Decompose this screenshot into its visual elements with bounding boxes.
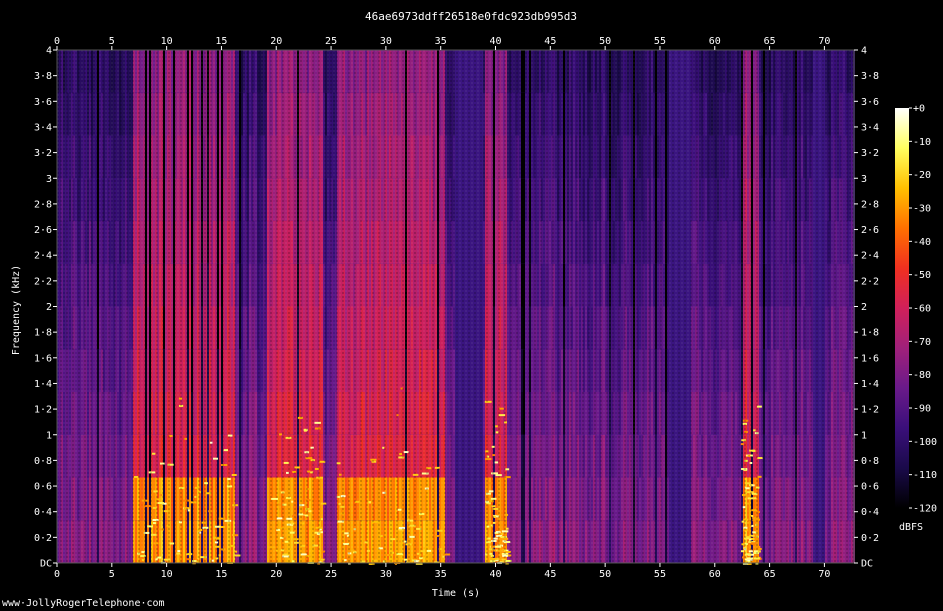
x-tick-bottom-label: 20: [270, 569, 282, 580]
colorbar-tick-label: -70: [913, 337, 931, 348]
y-tick-left-label: 3·4: [34, 122, 52, 133]
chart-title: 46ae6973ddff26518e0fdc923db995d3: [365, 10, 577, 23]
y-tick-right-label: 3·2: [861, 148, 879, 159]
x-axis-label: Time (s): [432, 588, 480, 599]
y-axis-right: DC 0·2 0·4 0·6 0·8 1 1·2 1·4 1·6 1·8 2 2·2 2·4 2·6 2·8…: [854, 46, 879, 570]
y-tick-right-label: 0·8: [861, 456, 879, 467]
x-tick-top-label: 60: [709, 36, 721, 47]
colorbar-tick-label: -110: [913, 470, 937, 481]
y-tick-left-label: 1: [46, 430, 52, 441]
y-axis-label: Frequency (kHz): [11, 265, 22, 355]
y-tick-right-label: 2: [861, 302, 867, 313]
colorbar-tick-label: -80: [913, 370, 931, 381]
colorbar-tick-label: -10: [913, 137, 931, 148]
x-tick-top-label: 20: [270, 36, 282, 47]
y-tick-right-label: 3: [861, 174, 867, 185]
x-tick-bottom-label: 50: [599, 569, 611, 580]
y-tick-right-label: 3·8: [861, 71, 879, 82]
y-tick-left-label: DC: [40, 559, 52, 570]
y-tick-left-label: 2·4: [34, 251, 52, 262]
x-tick-top-label: 40: [489, 36, 501, 47]
y-tick-left-label: 2·2: [34, 276, 52, 287]
y-tick-right-label: 1·6: [861, 353, 879, 364]
y-tick-right-label: 4: [861, 46, 867, 57]
x-tick-top-label: 30: [380, 36, 392, 47]
colorbar-scale: [895, 108, 909, 508]
y-tick-left-label: 0·4: [34, 507, 52, 518]
x-tick-bottom-label: 25: [325, 569, 337, 580]
y-tick-left-label: 2·6: [34, 225, 52, 236]
plot-area: [56, 49, 855, 565]
x-tick-bottom-label: 35: [435, 569, 447, 580]
watermark-text: www·JollyRogerTelephone·com: [2, 598, 165, 609]
x-tick-top-label: 0: [54, 36, 60, 47]
y-tick-right-label: 0·2: [861, 533, 879, 544]
x-tick-top-label: 45: [544, 36, 556, 47]
colorbar-tick-label: -20: [913, 170, 931, 181]
y-tick-right-label: 2·8: [861, 199, 879, 210]
y-tick-right-label: 1·2: [861, 405, 879, 416]
y-tick-right-label: 2·4: [861, 251, 879, 262]
x-tick-bottom-label: 5: [109, 569, 115, 580]
y-tick-right-label: 1: [861, 430, 867, 441]
y-tick-left-label: 1·6: [34, 353, 52, 364]
y-tick-right-label: 3·4: [861, 122, 879, 133]
y-tick-left-label: 3: [46, 174, 52, 185]
y-tick-left-label: 3·2: [34, 148, 52, 159]
colorbar-tick-label: -50: [913, 270, 931, 281]
y-tick-right-label: 3·6: [861, 97, 879, 108]
x-tick-bottom-label: 70: [818, 569, 830, 580]
y-tick-left-label: 0·6: [34, 482, 52, 493]
y-tick-left-label: 2: [46, 302, 52, 313]
x-tick-top-label: 65: [764, 36, 776, 47]
y-tick-left-label: 2·8: [34, 199, 52, 210]
x-tick-bottom-label: 60: [709, 569, 721, 580]
x-tick-bottom-label: 15: [215, 569, 227, 580]
x-tick-top-label: 35: [435, 36, 447, 47]
x-tick-top-label: 5: [109, 36, 115, 47]
y-tick-left-label: 3·6: [34, 97, 52, 108]
x-tick-bottom-label: 55: [654, 569, 666, 580]
x-tick-bottom-label: 65: [764, 569, 776, 580]
y-tick-right-label: 1·4: [861, 379, 879, 390]
x-axis-top: 0 5 10 15 20 25 30 35 40 45 50 55 60 65 70: [54, 36, 830, 50]
x-tick-top-label: 15: [215, 36, 227, 47]
colorbar-tick-label: -90: [913, 404, 931, 415]
x-axis-bottom: 0 5 10 15 20 25 30 35 40 45 50 55 60 65 70: [54, 563, 830, 580]
y-tick-right-label: DC: [861, 559, 873, 570]
x-tick-top-label: 25: [325, 36, 337, 47]
y-tick-left-label: 4: [46, 46, 52, 57]
y-tick-left-label: 1·2: [34, 405, 52, 416]
colorbar-label: dBFS: [899, 522, 923, 533]
y-tick-left-label: 0·8: [34, 456, 52, 467]
colorbar: +0 -10 -20 -30 -40 -50 -60 -70 -80 -90 -100 -110 -12…: [895, 104, 937, 515]
x-tick-bottom-label: 30: [380, 569, 392, 580]
y-tick-right-label: 0·6: [861, 482, 879, 493]
y-tick-right-label: 1·8: [861, 328, 879, 339]
colorbar-tick-label: -60: [913, 304, 931, 315]
y-tick-right-label: 2·2: [861, 276, 879, 287]
colorbar-tick-label: -40: [913, 237, 931, 248]
x-tick-top-label: 50: [599, 36, 611, 47]
y-tick-left-label: 0·2: [34, 533, 52, 544]
y-tick-right-label: 0·4: [861, 507, 879, 518]
x-tick-top-label: 55: [654, 36, 666, 47]
x-tick-bottom-label: 0: [54, 569, 60, 580]
spectrogram-texture: [57, 50, 854, 563]
x-tick-bottom-label: 40: [489, 569, 501, 580]
colorbar-tick-label: -30: [913, 204, 931, 215]
y-tick-left-label: 1·4: [34, 379, 52, 390]
x-tick-top-label: 10: [161, 36, 173, 47]
x-tick-top-label: 70: [818, 36, 830, 47]
x-tick-bottom-label: 10: [161, 569, 173, 580]
spectrogram-chart: 46ae6973ddff26518e0fdc923db995d3 0 5 10 15 2…: [11, 10, 937, 599]
y-tick-left-label: 1·8: [34, 328, 52, 339]
colorbar-tick-label: +0: [913, 104, 925, 115]
colorbar-tick-label: -120: [913, 504, 937, 515]
x-tick-bottom-label: 45: [544, 569, 556, 580]
y-tick-right-label: 2·6: [861, 225, 879, 236]
y-axis-left: DC 0·2 0·4 0·6 0·8 1 1·2 1·4 1·6 1·8 2 2·2 2·4 2·6 2·8…: [34, 46, 57, 570]
colorbar-tick-label: -100: [913, 437, 937, 448]
y-tick-left-label: 3·8: [34, 71, 52, 82]
